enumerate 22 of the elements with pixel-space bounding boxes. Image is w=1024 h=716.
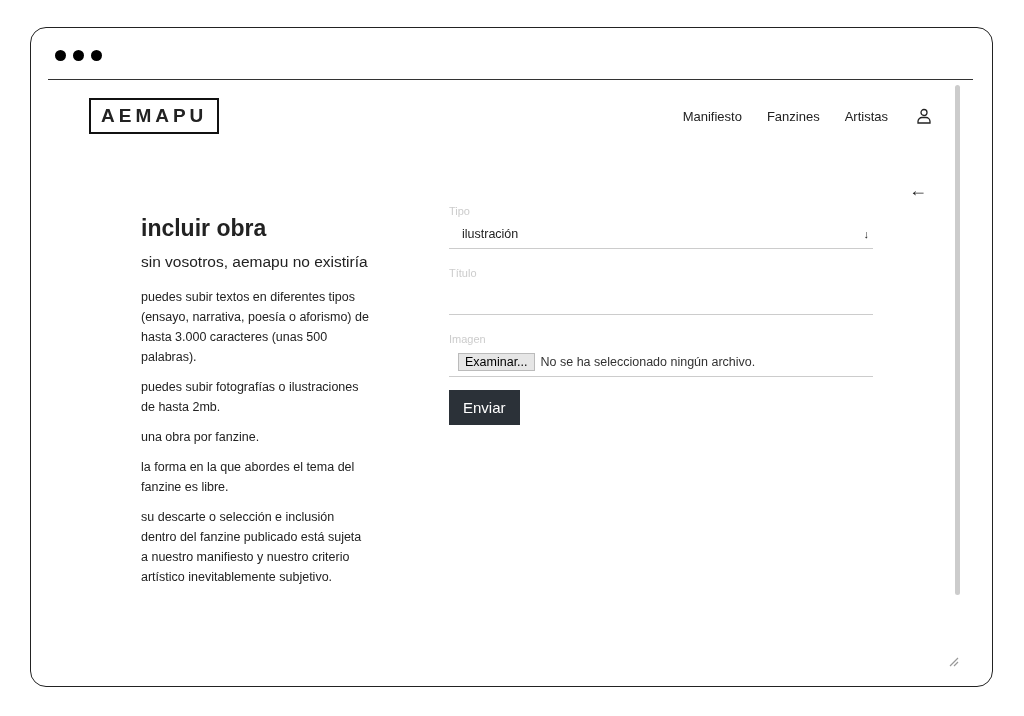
info-paragraph: puedes subir textos en diferentes tipos (ensayo, narrativa, poesía o aforismo) de hasta 3.000 caracteres (unas 500 palabras). [141, 289, 369, 366]
resize-grip-icon [949, 657, 959, 667]
window-dot-icon [73, 50, 84, 61]
nav-link[interactable]: Fanzines [766, 108, 820, 124]
user-icon[interactable] [917, 108, 931, 124]
logo[interactable]: AEMAPU [89, 98, 220, 134]
nav-link[interactable]: Manifiesto [682, 108, 742, 124]
window-dot-icon [55, 50, 66, 61]
browse-button[interactable]: Examinar... [458, 353, 535, 371]
type-select[interactable]: ilustración ↓ [449, 223, 873, 249]
info-paragraph: una obra por fanzine. [141, 429, 261, 446]
info-paragraph: su descarte o selección e inclusión dentro del fanzine publicado está sujeta a nuestro manifiesto y nuestro criterio artístico inevitablemente subjetivo. [141, 509, 363, 586]
file-status: No se ha seleccionado ningún archivo. [540, 355, 756, 369]
back-arrow[interactable]: ← [909, 180, 927, 201]
page-title: incluir obra [141, 214, 268, 243]
scrollbar[interactable] [955, 85, 960, 595]
info-paragraph: puedes subir fotografías o ilustraciones de hasta 2mb. [141, 379, 360, 416]
page-subtitle: sin vosotros, aemapu no existiría [141, 252, 369, 272]
info-paragraph: la forma en la que abordes el tema del fanzine es libre. [141, 459, 356, 496]
submit-button[interactable]: Enviar [449, 390, 520, 425]
window-dot-icon [91, 50, 102, 61]
nav-link[interactable]: Artistas [844, 108, 888, 124]
